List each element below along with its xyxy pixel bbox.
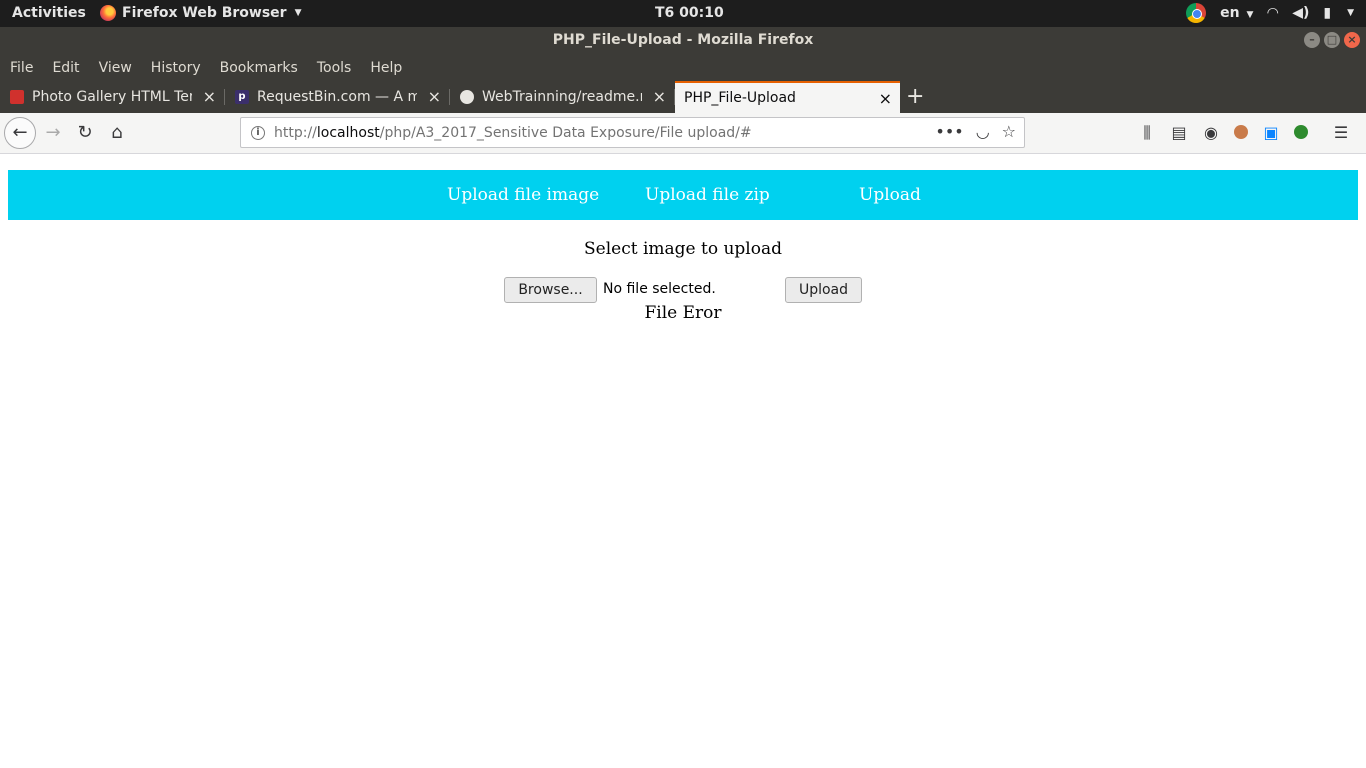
photo-gallery-favicon <box>10 90 24 104</box>
language-indicator[interactable]: en ▼ <box>1220 5 1253 21</box>
system-tray: en ▼ ◠ ◀) ▮ ▼ <box>1186 3 1354 23</box>
window-title: PHP_File-Upload - Mozilla Firefox <box>552 32 814 48</box>
tab-photo-gallery[interactable]: Photo Gallery HTML Tem × <box>0 81 225 113</box>
tab-label: WebTrainning/readme.m <box>482 89 642 105</box>
menu-view[interactable]: View <box>99 60 132 76</box>
close-tab-icon[interactable]: × <box>879 89 892 108</box>
menu-help[interactable]: Help <box>370 60 402 76</box>
menu-file[interactable]: File <box>10 60 33 76</box>
tab-requestbin[interactable]: p RequestBin.com — A mo × <box>225 81 450 113</box>
new-tab-button[interactable]: + <box>906 84 924 109</box>
menu-history[interactable]: History <box>151 60 201 76</box>
tab-webtrainning[interactable]: WebTrainning/readme.m × <box>450 81 675 113</box>
extension-cookie-icon[interactable] <box>1234 125 1248 139</box>
url-prefix: http:// <box>274 124 317 141</box>
tab-strip: Photo Gallery HTML Tem × p RequestBin.co… <box>0 81 1366 113</box>
home-button[interactable]: ⌂ <box>102 118 132 148</box>
chrome-icon[interactable] <box>1186 3 1207 23</box>
bookmark-star-icon[interactable]: ☆ <box>1002 122 1016 141</box>
minimize-button[interactable]: – <box>1304 32 1320 48</box>
url-text: http://localhost/php/A3_2017_Sensitive D… <box>274 125 752 141</box>
browse-button[interactable]: Browse... <box>504 277 597 303</box>
clock[interactable]: T6 00:10 <box>655 5 724 21</box>
tab-label: Photo Gallery HTML Tem <box>32 89 192 105</box>
url-bar[interactable]: i http://localhost/php/A3_2017_Sensitive… <box>240 117 1025 148</box>
close-tab-icon[interactable]: × <box>203 87 216 106</box>
navigation-toolbar: ← → ↻ ⌂ i http://localhost/php/A3_2017_S… <box>0 113 1366 154</box>
nav-upload[interactable]: Upload <box>859 185 921 205</box>
url-path: /php/A3_2017_Sensitive Data Exposure/Fil… <box>379 124 752 141</box>
requestbin-favicon: p <box>235 90 249 104</box>
close-window-button[interactable]: × <box>1344 32 1360 48</box>
sidebar-icon[interactable]: ▤ <box>1170 123 1188 143</box>
close-tab-icon[interactable]: × <box>653 87 666 106</box>
nav-upload-file-zip[interactable]: Upload file zip <box>645 185 770 205</box>
site-navigation: Upload file image Upload file zip Upload <box>8 170 1358 220</box>
toolbar-icons: ⫼ ▤ ◉ ▣ ☰ <box>1138 123 1350 143</box>
pocket-icon[interactable]: ◡ <box>976 122 990 141</box>
volume-icon[interactable]: ◀) <box>1292 5 1309 21</box>
close-tab-icon[interactable]: × <box>428 87 441 106</box>
chevron-down-icon: ▼ <box>294 8 302 18</box>
file-status: No file selected. <box>603 281 716 297</box>
github-favicon <box>460 90 474 104</box>
battery-icon[interactable]: ▮ <box>1323 5 1331 21</box>
url-host: localhost <box>316 124 380 141</box>
page-content: Upload file image Upload file zip Upload… <box>0 154 1366 768</box>
tab-php-file-upload[interactable]: PHP_File-Upload × <box>675 81 900 113</box>
app-menu-label: Firefox Web Browser <box>122 5 287 21</box>
back-button[interactable]: ← <box>4 117 36 149</box>
page-heading: Select image to upload <box>584 239 782 259</box>
chevron-down-icon: ▼ <box>1246 10 1254 20</box>
menu-tools[interactable]: Tools <box>317 60 352 76</box>
error-message: File Eror <box>644 303 722 323</box>
menu-edit[interactable]: Edit <box>52 60 79 76</box>
hamburger-menu-icon[interactable]: ☰ <box>1332 123 1350 143</box>
account-icon[interactable]: ◉ <box>1202 123 1220 143</box>
system-top-bar: Activities Firefox Web Browser ▼ T6 00:1… <box>0 0 1366 27</box>
window-title-bar: PHP_File-Upload - Mozilla Firefox – □ × <box>0 27 1366 55</box>
extension-green-icon[interactable] <box>1294 125 1308 139</box>
save-icon[interactable]: ▣ <box>1262 123 1280 143</box>
menu-bar: File Edit View History Bookmarks Tools H… <box>0 55 1366 81</box>
app-menu[interactable]: Firefox Web Browser ▼ <box>100 5 302 21</box>
maximize-button[interactable]: □ <box>1324 32 1340 48</box>
wifi-icon[interactable]: ◠ <box>1267 5 1278 21</box>
activities-button[interactable]: Activities <box>12 5 86 21</box>
library-icon[interactable]: ⫼ <box>1138 123 1156 143</box>
nav-upload-file-image[interactable]: Upload file image <box>447 185 599 205</box>
upload-button[interactable]: Upload <box>785 277 862 303</box>
firefox-icon <box>100 5 116 21</box>
language-label: en <box>1220 5 1240 21</box>
forward-button[interactable]: → <box>38 118 68 148</box>
tab-label: RequestBin.com — A mo <box>257 89 417 105</box>
site-info-icon[interactable]: i <box>251 125 265 140</box>
chevron-down-icon[interactable]: ▼ <box>1347 8 1354 18</box>
tab-label: PHP_File-Upload <box>684 90 796 106</box>
reload-button[interactable]: ↻ <box>70 118 100 148</box>
menu-bookmarks[interactable]: Bookmarks <box>220 60 298 76</box>
page-actions-icon[interactable]: ••• <box>935 122 963 141</box>
